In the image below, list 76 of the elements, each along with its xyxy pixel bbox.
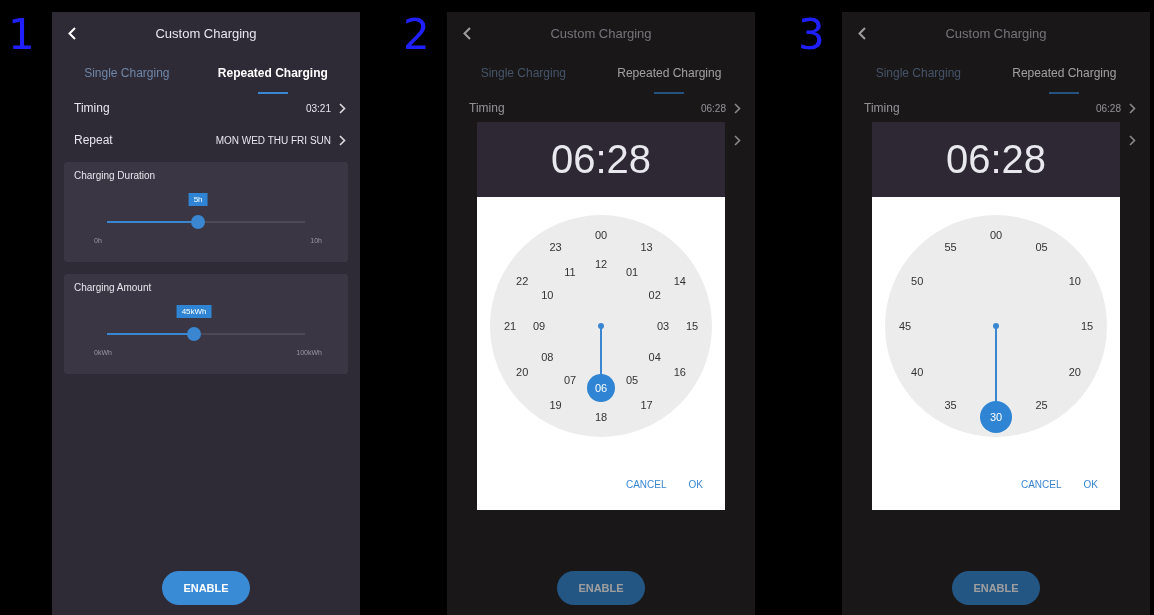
setting-label: Timing (469, 101, 505, 115)
dial-number[interactable]: 11 (564, 266, 576, 278)
setting-value: 03:21 (305, 102, 331, 114)
dial-number[interactable]: 20 (516, 366, 529, 377)
dial-number[interactable]: 35 (944, 399, 957, 411)
dial-number[interactable]: 40 (911, 366, 924, 377)
dialog-button[interactable]: CANCEL (625, 479, 667, 490)
dialog-button[interactable]: OK (1083, 479, 1098, 490)
chevron-icon[interactable] (339, 134, 346, 146)
dial-number[interactable]: 50 (911, 275, 924, 286)
slider-title: Charging Duration (74, 170, 157, 181)
dialog-button[interactable]: OK (688, 479, 703, 490)
screen-title: Custom Charging (549, 25, 653, 41)
dial-number[interactable]: 45 (898, 320, 912, 332)
back-icon[interactable] (463, 26, 471, 40)
dial-number[interactable]: 03 (656, 320, 670, 332)
dial-number[interactable]: 10 (541, 289, 554, 301)
dial-number[interactable]: 25 (1035, 399, 1048, 411)
setting-value: 06:28 (1095, 102, 1121, 114)
slider-title: Charging Amount (74, 282, 153, 293)
dial-number[interactable]: 18 (594, 411, 608, 423)
screen-number: 2 (403, 9, 431, 61)
setting-label: Timing (864, 101, 900, 115)
chevron-icon[interactable] (1129, 134, 1136, 146)
dial-number[interactable]: 02 (648, 289, 661, 301)
time-display: 06:28 (945, 137, 1047, 182)
dial-number[interactable]: 12 (594, 258, 608, 270)
dial-number[interactable]: 16 (673, 366, 686, 377)
dial-number[interactable]: 09 (532, 320, 546, 332)
slider-thumb[interactable] (191, 215, 206, 229)
tab[interactable]: Single Charging (84, 66, 170, 88)
enable-button[interactable]: ENABLE (162, 571, 250, 605)
dial-number[interactable]: 20 (1068, 366, 1081, 377)
dial-number[interactable]: 17 (640, 399, 653, 411)
chevron-icon[interactable] (339, 102, 346, 114)
chevron-icon[interactable] (734, 102, 741, 114)
dial-number[interactable]: 21 (503, 320, 517, 332)
screen-number: 3 (798, 9, 826, 61)
setting-value: MON WED THU FRI SUN (215, 134, 331, 146)
time-display: 06:28 (550, 137, 652, 182)
setting-label: Repeat (74, 133, 113, 147)
screen-number: 1 (8, 9, 36, 61)
dial-number[interactable]: 01 (625, 266, 639, 278)
dial-number[interactable]: 19 (549, 399, 562, 411)
slider-value: 5h (188, 193, 208, 206)
dial-number[interactable]: 55 (944, 241, 957, 253)
dial-number[interactable]: 10 (1068, 275, 1081, 286)
back-icon[interactable] (68, 26, 76, 40)
dial-number[interactable]: 00 (989, 229, 1003, 241)
slider-value: 45kWh (176, 305, 212, 318)
back-icon[interactable] (858, 26, 866, 40)
dial-number[interactable]: 08 (541, 351, 554, 363)
setting-label: Timing (74, 101, 110, 115)
slider-thumb[interactable] (187, 327, 202, 341)
dial-number[interactable]: 15 (685, 320, 699, 332)
chevron-icon[interactable] (734, 134, 741, 146)
setting-value: 06:28 (700, 102, 726, 114)
screen-title: Custom Charging (154, 25, 258, 41)
dial-number[interactable]: 00 (594, 229, 608, 241)
clock-hand[interactable] (587, 323, 615, 402)
dial-number[interactable]: 07 (563, 374, 577, 386)
clock-hand[interactable] (980, 323, 1012, 433)
dial-number[interactable]: 22 (516, 275, 529, 286)
clock-dial[interactable]: 00 05 10 15 20 25 30 35 40 45 50 55 (885, 215, 1107, 437)
dial-number[interactable]: 14 (673, 275, 686, 286)
clock-dial[interactable]: 00 13 14 15 16 17 18 19 20 21 22 23 12 01 02 03 04 05 06 07 08 09 10 11 (490, 215, 712, 437)
dial-number[interactable]: 13 (640, 241, 653, 253)
dial-number[interactable]: 23 (549, 241, 562, 253)
chevron-icon[interactable] (1129, 102, 1136, 114)
screen-title: Custom Charging (944, 25, 1048, 41)
dial-number[interactable]: 04 (648, 351, 661, 363)
dial-number[interactable]: 15 (1080, 320, 1094, 332)
dial-number[interactable]: 30 (989, 411, 1003, 423)
dial-number[interactable]: 05 (625, 374, 639, 386)
dialog-button[interactable]: CANCEL (1020, 479, 1062, 490)
dial-number[interactable]: 05 (1035, 241, 1048, 253)
